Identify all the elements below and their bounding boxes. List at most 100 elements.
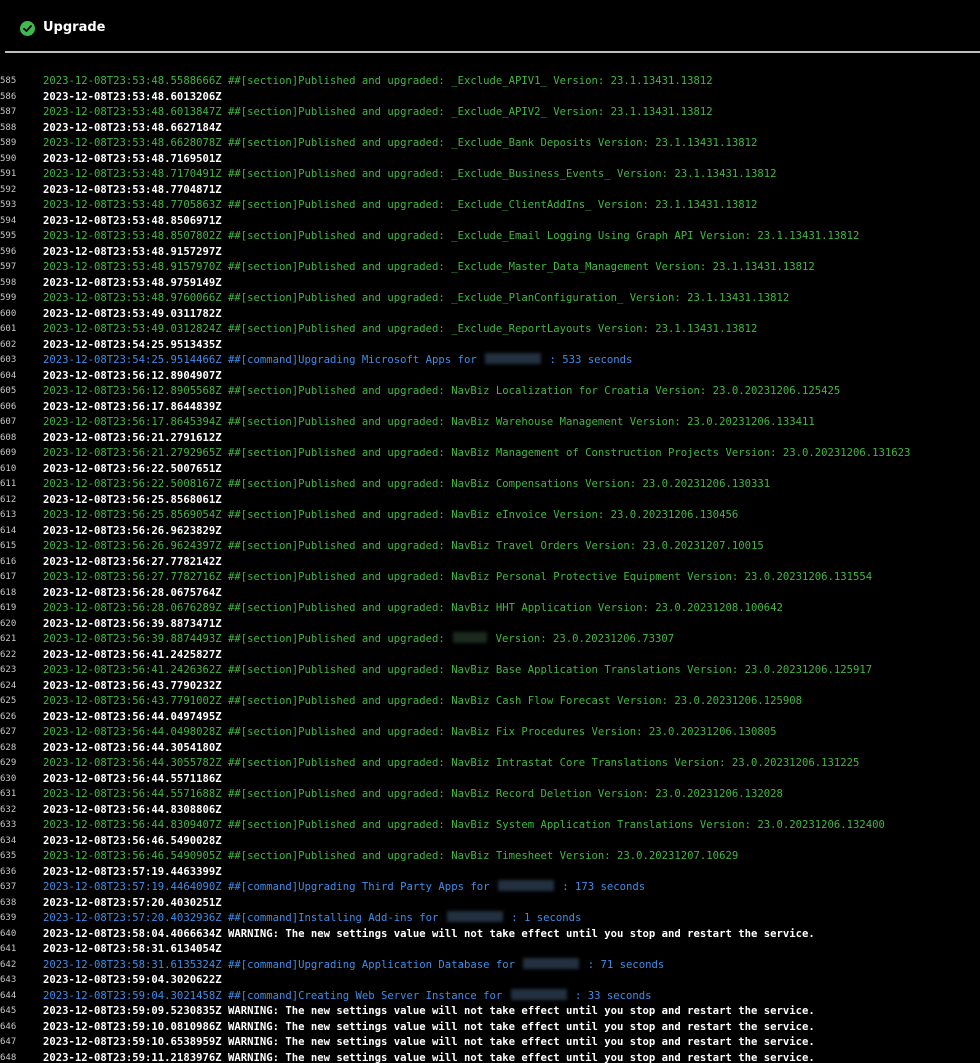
line-number: 618 (0, 587, 17, 598)
log-line: 602 2023-12-08T23:54:25.9513435Z (0, 338, 980, 354)
log-line: 607 2023-12-08T23:56:17.8645394Z ##[secti… (0, 415, 980, 431)
log-text: 2023-12-08T23:53:48.7704871Z (43, 183, 222, 199)
log-text: 2023-12-08T23:53:48.6013847Z ##[section]… (43, 105, 713, 121)
log-message: 2023-12-08T23:53:48.9760066Z ##[section]… (43, 292, 790, 304)
log-text: 2023-12-08T23:56:21.2791612Z (43, 431, 222, 447)
line-number: 639 (0, 913, 17, 923)
log-text: 2023-12-08T23:59:04.3020622Z (43, 973, 222, 989)
log-message-suffix: Version: 23.0.20231206.73307 (495, 633, 675, 645)
log-text: 2023-12-08T23:56:44.0498028Z ##[section]… (43, 725, 776, 741)
log-message: 2023-12-08T23:56:27.7782142Z (43, 555, 222, 568)
log-message: 2023-12-08T23:53:48.6627184Z (43, 121, 222, 134)
line-number: 643 (0, 975, 17, 985)
log-line: 628 2023-12-08T23:56:44.3054180Z (0, 741, 980, 757)
log-line: 589 2023-12-08T23:53:48.6628078Z ##[secti… (0, 136, 980, 152)
log-text: 2023-12-08T23:56:21.2792965Z ##[section]… (43, 446, 910, 462)
line-number: 586 (0, 91, 17, 102)
line-number: 636 (0, 866, 17, 877)
log-message: 2023-12-08T23:53:48.9759149Z (43, 276, 222, 289)
redacted-name (510, 988, 567, 1000)
log-line: 608 2023-12-08T23:56:21.2791612Z (0, 431, 980, 447)
log-message-suffix: : 33 seconds (575, 989, 652, 1002)
line-number: 606 (0, 401, 17, 412)
log-message: 2023-12-08T23:56:17.8644839Z (43, 400, 222, 413)
log-line: 612 2023-12-08T23:56:25.8568061Z (0, 493, 980, 509)
log-text: 2023-12-08T23:56:44.5571186Z (43, 772, 222, 788)
log-line: 629 2023-12-08T23:56:44.3055782Z ##[secti… (0, 756, 980, 772)
log-message: 2023-12-08T23:53:48.5588666Z ##[section]… (43, 75, 713, 87)
log-line: 603 2023-12-08T23:54:25.9514466Z ##[comma… (0, 353, 980, 369)
log-text: 2023-12-08T23:56:46.5490028Z (43, 834, 222, 850)
line-number: 614 (0, 525, 17, 536)
log-message: 2023-12-08T23:56:44.5571186Z (43, 772, 222, 785)
log-message: 2023-12-08T23:53:48.7705863Z ##[section]… (43, 199, 758, 211)
log-message: 2023-12-08T23:57:19.4464090Z ##[command]… (43, 881, 490, 893)
log-line: 633 2023-12-08T23:56:44.8309407Z ##[secti… (0, 818, 980, 834)
log-text: 2023-12-08T23:56:43.7790232Z (43, 679, 222, 695)
log-line: 622 2023-12-08T23:56:41.2425827Z (0, 648, 980, 664)
log-text: 2023-12-08T23:59:09.5230835Z WARNING: Th… (43, 1004, 815, 1020)
log-line: 609 2023-12-08T23:56:21.2792965Z ##[secti… (0, 446, 980, 462)
log-text: 2023-12-08T23:58:31.6135324Z ##[command]… (43, 957, 664, 974)
log-text: 2023-12-08T23:56:44.0497495Z (43, 710, 222, 726)
log-text: 2023-12-08T23:56:12.8904907Z (43, 369, 222, 385)
log-text: 2023-12-08T23:56:17.8644839Z (43, 400, 222, 416)
log-line: 597 2023-12-08T23:53:48.9157970Z ##[secti… (0, 260, 980, 276)
line-number: 645 (0, 1006, 17, 1016)
log-text: 2023-12-08T23:53:48.9157297Z (43, 245, 222, 261)
log-message: 2023-12-08T23:58:04.4066634Z WARNING: Th… (43, 927, 815, 940)
log-line: 611 2023-12-08T23:56:22.5008167Z ##[secti… (0, 477, 980, 493)
log-message-suffix: : 533 seconds (549, 354, 633, 366)
log-line: 631 2023-12-08T23:56:44.5571688Z ##[secti… (0, 787, 980, 803)
log-text: 2023-12-08T23:56:44.5571688Z ##[section]… (43, 787, 783, 803)
log-line: 586 2023-12-08T23:53:48.6013206Z (0, 90, 980, 106)
log-message: 2023-12-08T23:56:44.3055782Z ##[section]… (43, 757, 860, 769)
line-number: 607 (0, 417, 17, 427)
log-text: 2023-12-08T23:59:11.2183976Z WARNING: Th… (43, 1051, 815, 1063)
log-line: 625 2023-12-08T23:56:43.7791002Z ##[secti… (0, 694, 980, 710)
log-line: 632 2023-12-08T23:56:44.8308806Z (0, 803, 980, 819)
log-message: 2023-12-08T23:59:04.3020622Z (43, 974, 222, 986)
line-number: 613 (0, 510, 17, 520)
log-line: 639 2023-12-08T23:57:20.4032936Z ##[comma… (0, 911, 980, 927)
log-message: 2023-12-08T23:56:25.8569054Z ##[section]… (43, 509, 739, 521)
log-message: 2023-12-08T23:56:12.8904907Z (43, 369, 222, 382)
log-message: 2023-12-08T23:54:25.9513435Z (43, 338, 222, 351)
log-message: 2023-12-08T23:56:44.3054180Z (43, 741, 222, 754)
line-number: 591 (0, 169, 17, 179)
line-number: 640 (0, 928, 17, 939)
log-message: 2023-12-08T23:59:10.0810986Z WARNING: Th… (43, 1020, 815, 1033)
log-text: 2023-12-08T23:53:48.8506971Z (43, 214, 222, 230)
line-number: 603 (0, 355, 17, 365)
log-message: 2023-12-08T23:53:48.6628078Z ##[section]… (43, 137, 758, 149)
log-line: 616 2023-12-08T23:56:27.7782142Z (0, 555, 980, 571)
log-message: 2023-12-08T23:56:28.0676289Z ##[section]… (43, 602, 783, 614)
log-text: 2023-12-08T23:53:48.8507802Z ##[section]… (43, 229, 859, 245)
log-line: 615 2023-12-08T23:56:26.9624397Z ##[secti… (0, 539, 980, 555)
log-text: 2023-12-08T23:56:44.8308806Z (43, 803, 222, 819)
log-message: 2023-12-08T23:59:10.6538959Z WARNING: Th… (43, 1036, 815, 1048)
line-number: 634 (0, 835, 17, 846)
log-line: 613 2023-12-08T23:56:25.8569054Z ##[secti… (0, 508, 980, 524)
log-message: 2023-12-08T23:58:31.6135324Z ##[command]… (43, 958, 515, 971)
line-number: 648 (0, 1052, 17, 1063)
line-number: 621 (0, 634, 17, 644)
line-number: 633 (0, 820, 17, 830)
log-line: 641 2023-12-08T23:58:31.6134054Z (0, 942, 980, 958)
redacted-name (497, 880, 554, 891)
log-text: 2023-12-08T23:56:41.2426362Z ##[section]… (43, 663, 872, 679)
line-number: 620 (0, 618, 17, 629)
check-circle-icon (20, 21, 35, 36)
log-output[interactable]: 585 2023-12-08T23:53:48.5588666Z ##[secti… (0, 74, 980, 1063)
log-message: 2023-12-08T23:53:48.6013206Z (43, 90, 222, 103)
line-number: 602 (0, 339, 17, 350)
log-line: 634 2023-12-08T23:56:46.5490028Z (0, 834, 980, 850)
log-text: 2023-12-08T23:53:48.7170491Z ##[section]… (43, 167, 776, 183)
log-line: 638 2023-12-08T23:57:20.4030251Z (0, 896, 980, 912)
log-line: 617 2023-12-08T23:56:27.7782716Z ##[secti… (0, 570, 980, 586)
line-number: 610 (0, 463, 17, 474)
log-message: 2023-12-08T23:58:31.6134054Z (43, 943, 222, 955)
log-text: 2023-12-08T23:56:12.8905568Z ##[section]… (43, 384, 840, 400)
log-text: 2023-12-08T23:53:48.9759149Z (43, 276, 222, 292)
log-text: 2023-12-08T23:56:43.7791002Z ##[section]… (43, 694, 802, 710)
